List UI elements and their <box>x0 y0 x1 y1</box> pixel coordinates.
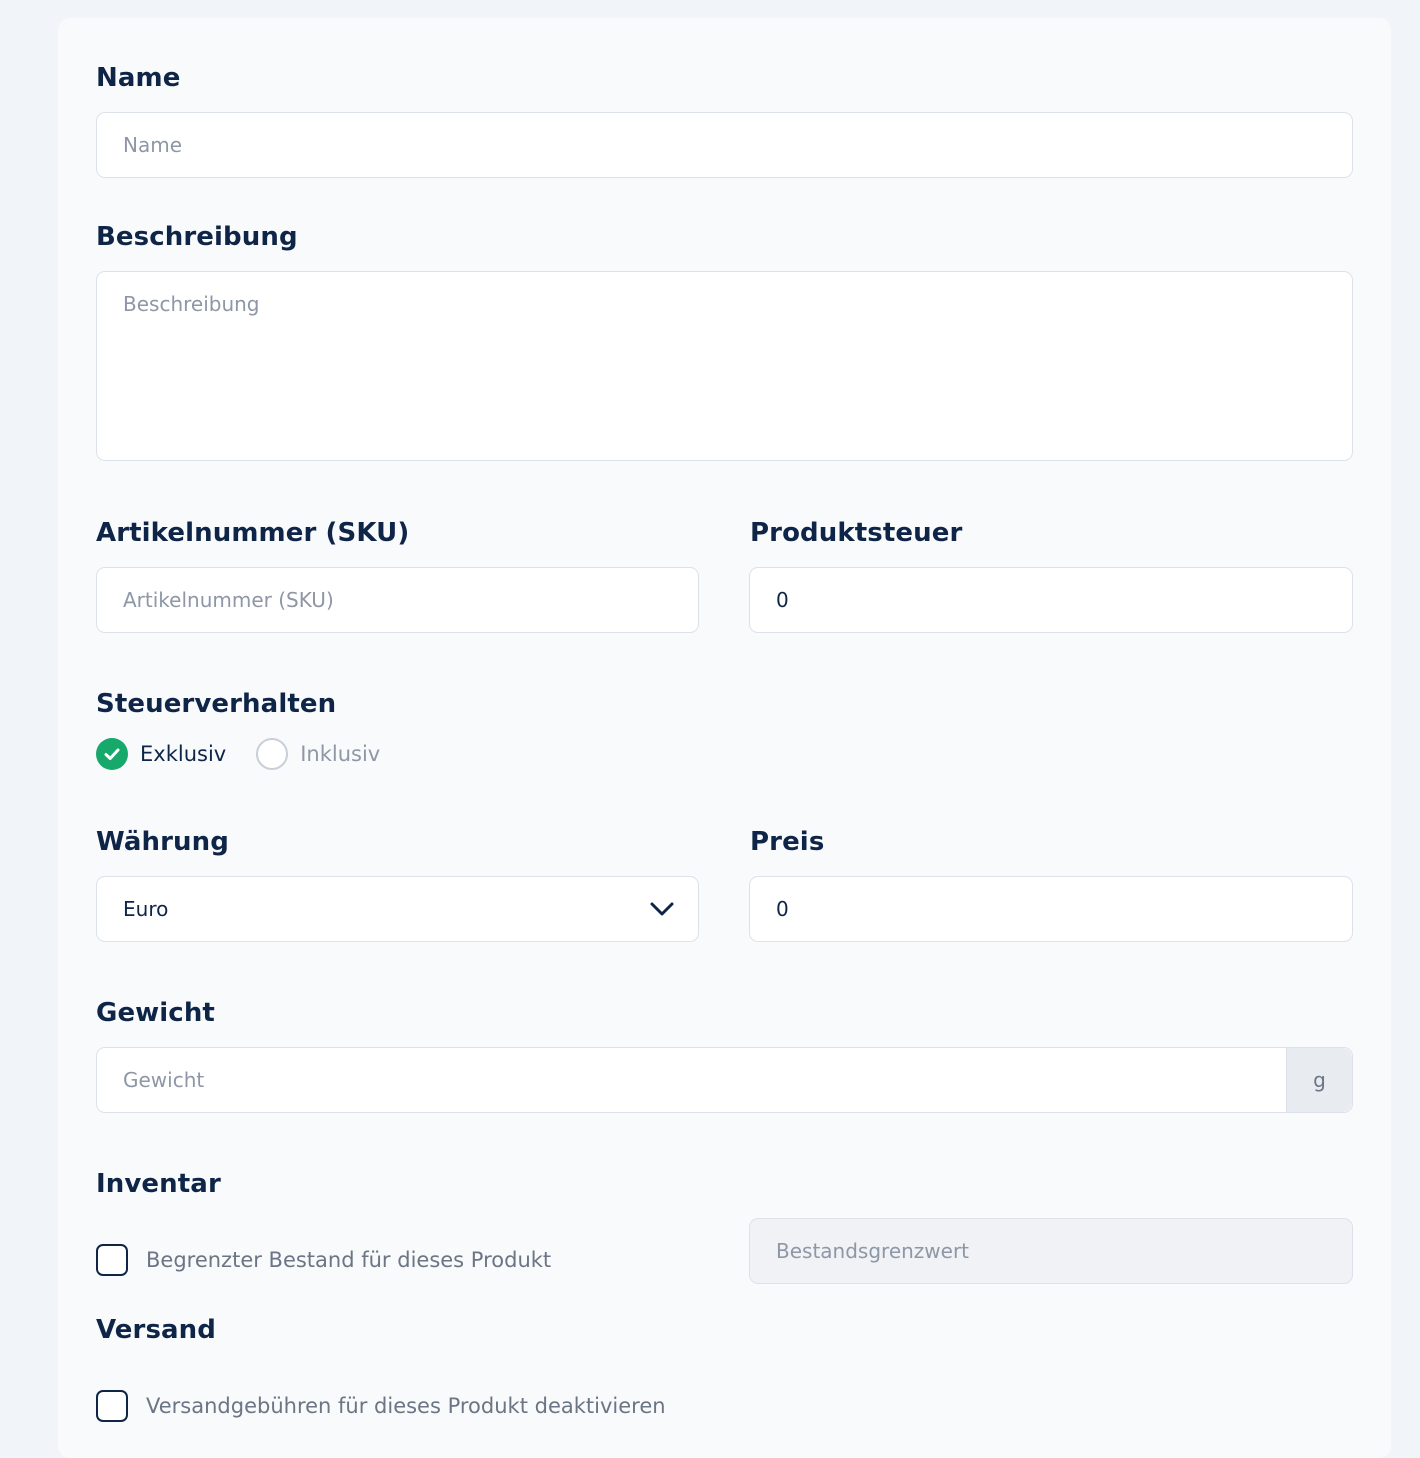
radio-empty-icon <box>256 738 289 770</box>
shipping-checkbox-row: Versandgebühren für dieses Produkt deakt… <box>96 1390 666 1422</box>
weight-unit-addon: g <box>1286 1048 1352 1112</box>
weight-label: Gewicht <box>96 998 215 1028</box>
weight-input[interactable]: Gewicht <box>97 1048 1286 1112</box>
tax-behavior-label: Steuerverhalten <box>96 689 337 719</box>
shipping-checkbox[interactable] <box>96 1390 128 1422</box>
tax-behavior-radio-group: Exklusiv Inklusiv <box>96 738 380 770</box>
name-label: Name <box>96 63 181 93</box>
radio-exklusiv[interactable]: Exklusiv <box>96 738 226 770</box>
inventory-checkbox-row: Begrenzter Bestand für dieses Produkt <box>96 1244 551 1276</box>
tax-input[interactable]: 0 <box>749 567 1353 633</box>
price-value: 0 <box>776 897 789 921</box>
weight-placeholder: Gewicht <box>123 1068 205 1092</box>
chevron-down-icon <box>649 899 675 923</box>
tax-value: 0 <box>776 588 789 612</box>
shipping-checkbox-label[interactable]: Versandgebühren für dieses Produkt deakt… <box>146 1394 666 1418</box>
inventory-checkbox[interactable] <box>96 1244 128 1276</box>
price-label: Preis <box>750 827 825 857</box>
radio-inklusiv-label: Inklusiv <box>300 742 381 766</box>
weight-input-group: Gewicht g <box>96 1047 1353 1113</box>
inventory-threshold-placeholder: Bestandsgrenzwert <box>776 1239 970 1263</box>
tax-label: Produktsteuer <box>750 518 963 548</box>
currency-select[interactable]: Euro <box>96 876 699 942</box>
radio-exklusiv-label: Exklusiv <box>140 742 227 766</box>
check-circle-icon <box>96 738 128 770</box>
radio-inklusiv[interactable]: Inklusiv <box>256 738 380 770</box>
description-label: Beschreibung <box>96 222 298 252</box>
currency-label: Währung <box>96 827 229 857</box>
sku-input[interactable]: Artikelnummer (SKU) <box>96 567 699 633</box>
sku-label: Artikelnummer (SKU) <box>96 518 410 548</box>
shipping-label: Versand <box>96 1315 216 1345</box>
description-textarea[interactable]: Beschreibung <box>96 271 1353 461</box>
sku-placeholder: Artikelnummer (SKU) <box>123 588 334 612</box>
product-form-card: Name Name Beschreibung Beschreibung Arti… <box>58 18 1391 1458</box>
inventory-threshold-input[interactable]: Bestandsgrenzwert <box>749 1218 1353 1284</box>
currency-value: Euro <box>123 897 169 921</box>
name-input[interactable]: Name <box>96 112 1353 178</box>
description-placeholder: Beschreibung <box>123 292 260 316</box>
inventory-label: Inventar <box>96 1169 221 1199</box>
price-input[interactable]: 0 <box>749 876 1353 942</box>
name-placeholder: Name <box>123 133 183 157</box>
inventory-checkbox-label[interactable]: Begrenzter Bestand für dieses Produkt <box>146 1248 551 1272</box>
